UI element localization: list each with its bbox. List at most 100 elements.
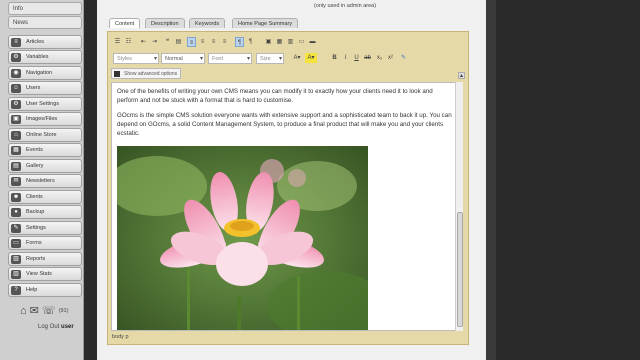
inbox-icon[interactable]: ✉	[30, 304, 39, 317]
sidebar-item-label: Newsletters	[26, 178, 55, 184]
show-advanced-options-button[interactable]: Show advanced options	[111, 68, 182, 79]
justify-icon[interactable]: ≡	[220, 37, 229, 47]
view-stats-icon: ▥	[11, 270, 21, 279]
align-left-icon[interactable]: ≡	[187, 37, 196, 47]
advanced-options-label: Show advanced options	[124, 71, 178, 77]
sidebar-item-user-settings[interactable]: ⚙ User Settings	[8, 97, 82, 111]
editor-scrollbar[interactable]	[455, 82, 463, 331]
ltr-icon[interactable]: ¶	[235, 37, 244, 47]
text-color-icon[interactable]: A▾	[291, 53, 303, 63]
user-settings-icon: ⚙	[11, 100, 21, 109]
collapse-toolbar-icon[interactable]: ▲	[458, 72, 465, 79]
format-dropdown[interactable]: Normal	[161, 53, 205, 64]
editor-toolbar-row-2: Styles Normal Font Size A▾ A▾ B I U ab x…	[111, 53, 463, 65]
outdent-icon[interactable]: ⇤	[139, 37, 148, 47]
online-store-icon: ⌂	[11, 131, 21, 140]
bold-icon[interactable]: B	[330, 53, 339, 63]
page-edge	[486, 0, 496, 360]
lotus-flower-image[interactable]	[117, 146, 368, 330]
tab-content[interactable]: Content	[109, 18, 141, 28]
sidebar-item-label: Online Store	[26, 132, 57, 138]
bullet-list-icon[interactable]: ☷	[124, 37, 133, 47]
sidebar-item-label: Events	[26, 147, 43, 153]
reports-icon: ▥	[11, 255, 21, 264]
sidebar-item-variables[interactable]: ⚙ Variables	[8, 50, 82, 64]
content-paragraph: GOcms is the simple CMS solution everyon…	[117, 112, 452, 137]
rich-text-editor: ☰ ☷ ⇤ ⇥ ❝ ▤ ≡ ≡ ≡ ≡ ¶ ¶ ▣ ▦ ▥ ▭ ▬ Styles…	[107, 31, 469, 345]
background-color-icon[interactable]: A▾	[305, 53, 317, 63]
sidebar-item-gallery[interactable]: ▤ Gallery	[8, 159, 82, 173]
sidebar-item-articles[interactable]: ≡ Articles	[8, 35, 82, 49]
table-icon[interactable]: ▥	[286, 37, 295, 47]
italic-icon[interactable]: I	[341, 53, 350, 63]
sidebar-item-view-stats[interactable]: ▥ View Stats	[8, 267, 82, 281]
align-center-icon[interactable]: ≡	[198, 37, 207, 47]
sidebar-item-label: Backup	[26, 209, 45, 215]
home-icon[interactable]: ⌂	[20, 305, 27, 317]
message-count: (91)	[58, 307, 69, 314]
sidebar-item-newsletters[interactable]: ✉ Newsletters	[8, 174, 82, 188]
newsletters-icon: ✉	[11, 177, 21, 186]
checkbox-icon	[114, 71, 120, 77]
remove-format-icon[interactable]: ✎	[399, 53, 408, 63]
sidebar-item-help[interactable]: ? Help	[8, 283, 82, 297]
settings-icon: ✎	[11, 224, 21, 233]
scrollbar-thumb[interactable]	[457, 212, 463, 327]
sidebar-item-online-store[interactable]: ⌂ Online Store	[8, 128, 82, 142]
special-char-icon[interactable]: ▬	[308, 37, 317, 47]
editor-content-area[interactable]: One of the benefits of writing your own …	[111, 82, 459, 331]
indent-icon[interactable]: ⇥	[150, 37, 159, 47]
tab-home-page-summary[interactable]: Home Page Summary	[232, 18, 299, 28]
forms-icon: ▭	[11, 239, 21, 248]
gallery-icon: ▤	[11, 162, 21, 171]
styles-dropdown[interactable]: Styles	[113, 53, 159, 64]
messages-icon[interactable]: ☏	[42, 304, 56, 317]
editor-toolbar-row-1: ☰ ☷ ⇤ ⇥ ❝ ▤ ≡ ≡ ≡ ≡ ¶ ¶ ▣ ▦ ▥ ▭ ▬	[111, 37, 463, 49]
admin-note: (only used in admin area)	[314, 3, 377, 9]
align-right-icon[interactable]: ≡	[209, 37, 218, 47]
font-dropdown[interactable]: Font	[208, 53, 252, 64]
sidebar-item-images-files[interactable]: ▣ Images/Files	[8, 112, 82, 126]
sidebar: Info News ≡ Articles ⚙ Variables ◉ Navigati…	[0, 0, 84, 360]
quick-links: ⌂ ✉ ☏ (91)	[20, 304, 82, 318]
size-dropdown[interactable]: Size	[256, 53, 284, 64]
sidebar-item-navigation[interactable]: ◉ Navigation	[8, 66, 82, 80]
blockquote-icon[interactable]: ❝	[163, 37, 172, 47]
sidebar-item-reports[interactable]: ▥ Reports	[8, 252, 82, 266]
backup-icon: ●	[11, 208, 21, 217]
div-icon[interactable]: ▤	[174, 37, 183, 47]
subscript-icon[interactable]: x₂	[375, 53, 384, 63]
superscript-icon[interactable]: x²	[386, 53, 395, 63]
sidebar-item-label: User Settings	[26, 101, 60, 107]
sidebar-item-clients[interactable]: ☻ Clients	[8, 190, 82, 204]
sidebar-item-label: Users	[26, 85, 41, 91]
sidebar-item-label: Clients	[26, 194, 43, 200]
content-paragraph: One of the benefits of writing your own …	[117, 88, 433, 104]
sidebar-item-backup[interactable]: ● Backup	[8, 205, 82, 219]
tab-description[interactable]: Description	[145, 18, 185, 28]
image-icon[interactable]: ▣	[264, 37, 273, 47]
sidebar-item-events[interactable]: ▦ Events	[8, 143, 82, 157]
horizontal-rule-icon[interactable]: ▭	[297, 37, 306, 47]
sidebar-item-users[interactable]: ☺ Users	[8, 81, 82, 95]
sidebar-item-label: Forms	[26, 240, 42, 246]
rtl-icon[interactable]: ¶	[246, 37, 255, 47]
tab-keywords[interactable]: Keywords	[189, 18, 226, 28]
numbered-list-icon[interactable]: ☰	[113, 37, 122, 47]
sidebar-item-label: Navigation	[26, 70, 52, 76]
underline-icon[interactable]: U	[352, 53, 361, 63]
sidebar-item-label: Variables	[26, 54, 49, 60]
strikethrough-icon[interactable]: ab	[363, 53, 372, 63]
users-icon: ☺	[11, 84, 21, 93]
sidebar-item-forms[interactable]: ▭ Forms	[8, 236, 82, 250]
images-files-icon: ▣	[11, 115, 21, 124]
variables-icon: ⚙	[11, 53, 21, 62]
sidebar-link-info[interactable]: Info	[8, 2, 82, 15]
flash-icon[interactable]: ▦	[275, 37, 284, 47]
navigation-icon: ◉	[11, 69, 21, 78]
articles-icon: ≡	[11, 38, 21, 47]
logout-user: user	[61, 324, 74, 330]
sidebar-link-news[interactable]: News	[8, 16, 82, 29]
sidebar-item-settings[interactable]: ✎ Settings	[8, 221, 82, 235]
logout-link[interactable]: Log Out user	[38, 324, 74, 330]
